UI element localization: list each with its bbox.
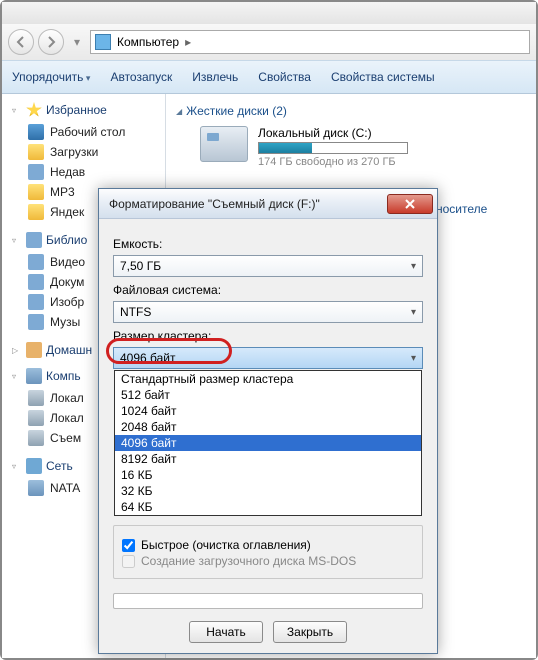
star-icon [26, 102, 42, 118]
dropdown-option[interactable]: Стандартный размер кластера [115, 371, 421, 387]
removable-hint: носителе [436, 202, 536, 216]
homegroup-label: Домашн [46, 343, 92, 357]
hdd-category-header[interactable]: Жесткие диски (2) [176, 104, 536, 118]
close-button[interactable] [387, 194, 433, 214]
breadcrumb-separator-icon[interactable]: ▸ [185, 35, 191, 49]
nav-bar: ▾ Компьютер ▸ [2, 24, 536, 60]
close-icon [404, 199, 416, 209]
computer-icon [95, 34, 111, 50]
cluster-size-label: Размер кластера: [113, 329, 423, 343]
address-text: Компьютер [117, 35, 179, 49]
filesystem-combo[interactable]: NTFS [113, 301, 423, 323]
dropdown-option[interactable]: 32 КБ [115, 483, 421, 499]
drive-name: Локальный диск (C:) [258, 126, 408, 140]
sidebar-item-desktop[interactable]: Рабочий стол [10, 122, 165, 142]
quick-format-label: Быстрое (очистка оглавления) [141, 538, 311, 552]
dropdown-option[interactable]: 16 КБ [115, 467, 421, 483]
filesystem-label: Файловая система: [113, 283, 423, 297]
favorites-label: Избранное [46, 103, 107, 117]
drive-icon [28, 410, 44, 426]
capacity-label: Емкость: [113, 237, 423, 251]
sidebar-item-downloads[interactable]: Загрузки [10, 142, 165, 162]
command-bar: Упорядочить Автозапуск Извлечь Свойства … [2, 60, 536, 94]
capacity-value: 7,50 ГБ [120, 259, 161, 273]
cluster-size-dropdown: Стандартный размер кластера 512 байт 102… [114, 370, 422, 516]
cluster-size-value: 4096 байт [120, 351, 176, 365]
sidebar-item-recent[interactable]: Недав [10, 162, 165, 182]
system-properties-button[interactable]: Свойства системы [331, 70, 435, 84]
drive-free-text: 174 ГБ свободно из 270 ГБ [258, 156, 408, 168]
address-bar[interactable]: Компьютер ▸ [90, 30, 530, 54]
favorites-group[interactable]: Избранное [10, 102, 165, 118]
network-label: Сеть [46, 459, 73, 473]
dialog-titlebar[interactable]: Форматирование "Съемный диск (F:)" [99, 189, 437, 219]
format-options-group: Быстрое (очистка оглавления) Создание за… [113, 525, 423, 579]
start-button[interactable]: Начать [189, 621, 263, 643]
capacity-combo[interactable]: 7,50 ГБ [113, 255, 423, 277]
nav-history-dropdown[interactable]: ▾ [68, 29, 86, 55]
computer-icon [28, 480, 44, 496]
homegroup-icon [26, 342, 42, 358]
close-dialog-button[interactable]: Закрыть [273, 621, 347, 643]
organize-menu[interactable]: Упорядочить [12, 70, 90, 84]
dialog-title: Форматирование "Съемный диск (F:)" [109, 197, 387, 211]
folder-icon [28, 184, 44, 200]
dropdown-option[interactable]: 1024 байт [115, 403, 421, 419]
properties-button[interactable]: Свойства [258, 70, 311, 84]
drive-space-bar [258, 142, 408, 154]
autoplay-button[interactable]: Автозапуск [110, 70, 172, 84]
msdos-boot-label: Создание загрузочного диска MS-DOS [141, 554, 356, 568]
folder-icon [28, 144, 44, 160]
drive-icon [28, 430, 44, 446]
arrow-left-icon [13, 34, 29, 50]
dropdown-option-selected[interactable]: 4096 байт [115, 435, 421, 451]
hard-drive-icon [200, 126, 248, 162]
computer-icon [26, 368, 42, 384]
music-icon [28, 314, 44, 330]
forward-button[interactable] [38, 29, 64, 55]
computer-label: Компь [46, 369, 81, 383]
arrow-right-icon [43, 34, 59, 50]
dropdown-option[interactable]: 64 КБ [115, 499, 421, 515]
desktop-icon [28, 124, 44, 140]
drive-item[interactable]: Локальный диск (C:) 174 ГБ свободно из 2… [200, 126, 536, 168]
format-progress-bar [113, 593, 423, 609]
picture-icon [28, 294, 44, 310]
format-dialog: Форматирование "Съемный диск (F:)" Емкос… [98, 188, 438, 654]
network-icon [26, 458, 42, 474]
dropdown-option[interactable]: 8192 байт [115, 451, 421, 467]
libraries-label: Библио [46, 233, 87, 247]
video-icon [28, 254, 44, 270]
msdos-boot-checkbox: Создание загрузочного диска MS-DOS [122, 554, 414, 568]
libraries-icon [26, 232, 42, 248]
dropdown-option[interactable]: 2048 байт [115, 419, 421, 435]
back-button[interactable] [8, 29, 34, 55]
window-titlebar [2, 2, 536, 24]
cluster-size-combo[interactable]: 4096 байт Стандартный размер кластера 51… [113, 347, 423, 369]
filesystem-value: NTFS [120, 305, 151, 319]
drive-icon [28, 390, 44, 406]
recent-icon [28, 164, 44, 180]
eject-button[interactable]: Извлечь [192, 70, 238, 84]
quick-format-input[interactable] [122, 539, 135, 552]
document-icon [28, 274, 44, 290]
quick-format-checkbox[interactable]: Быстрое (очистка оглавления) [122, 538, 414, 552]
msdos-boot-input [122, 555, 135, 568]
folder-icon [28, 204, 44, 220]
dropdown-option[interactable]: 512 байт [115, 387, 421, 403]
